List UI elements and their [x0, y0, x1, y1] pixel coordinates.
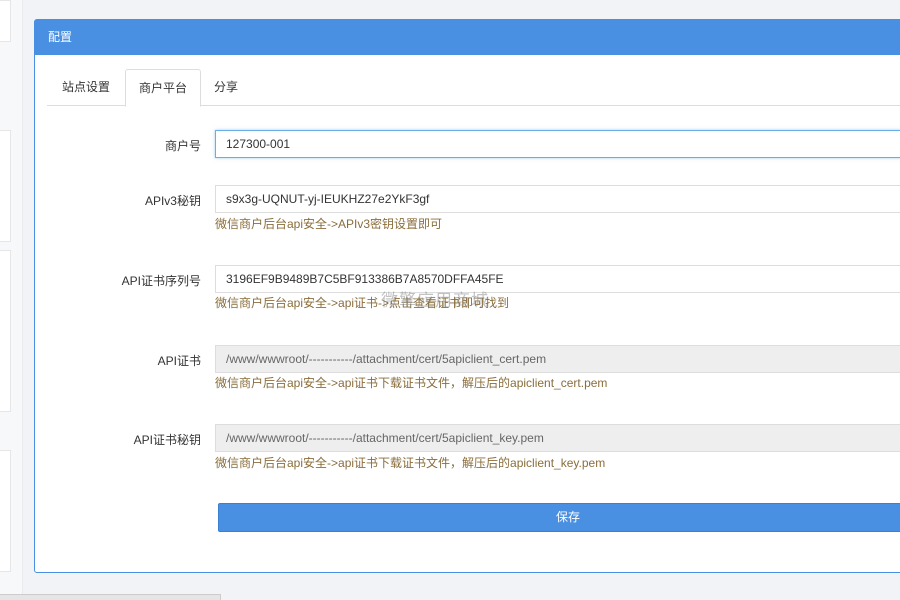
apiv3-key-label: APIv3秘钥 [144, 194, 201, 208]
panel-title: 配置 [35, 20, 900, 55]
tab-merchant-platform[interactable]: 商户平台 [125, 69, 202, 107]
left-panel-edge [0, 0, 11, 42]
left-panel-edge [0, 250, 11, 412]
api-cert-key-path-field[interactable] [215, 424, 900, 452]
api-cert-key-label: API证书秘钥 [133, 433, 201, 447]
api-cert-path-field[interactable] [215, 345, 900, 373]
merchant-id-input[interactable] [215, 130, 900, 158]
page-left-background [0, 0, 23, 600]
save-button[interactable]: 保存 [218, 503, 900, 532]
left-panel-edge [0, 450, 11, 572]
api-cert-label: API证书 [157, 354, 201, 368]
tab-share[interactable]: 分享 [201, 69, 251, 104]
apiv3-key-help: 微信商户后台api安全->APIv3密钥设置即可 [215, 217, 443, 231]
apiv3-key-input[interactable] [215, 185, 900, 213]
cert-serial-label: API证书序列号 [121, 274, 201, 288]
merchant-id-label: 商户号 [164, 139, 201, 153]
tab-bar: 站点设置 商户平台 分享 [47, 69, 900, 107]
bottom-scrollbar[interactable] [0, 594, 221, 600]
tab-site-settings[interactable]: 站点设置 [49, 69, 123, 104]
watermark: 微擎应用商城 [381, 291, 489, 310]
left-panel-edge [0, 130, 11, 242]
cert-serial-input[interactable] [215, 265, 900, 293]
api-cert-help: 微信商户后台api安全->api证书下载证书文件，解压后的apiclient_c… [215, 376, 608, 390]
api-cert-key-help: 微信商户后台api安全->api证书下载证书文件，解压后的apiclient_k… [215, 456, 606, 470]
